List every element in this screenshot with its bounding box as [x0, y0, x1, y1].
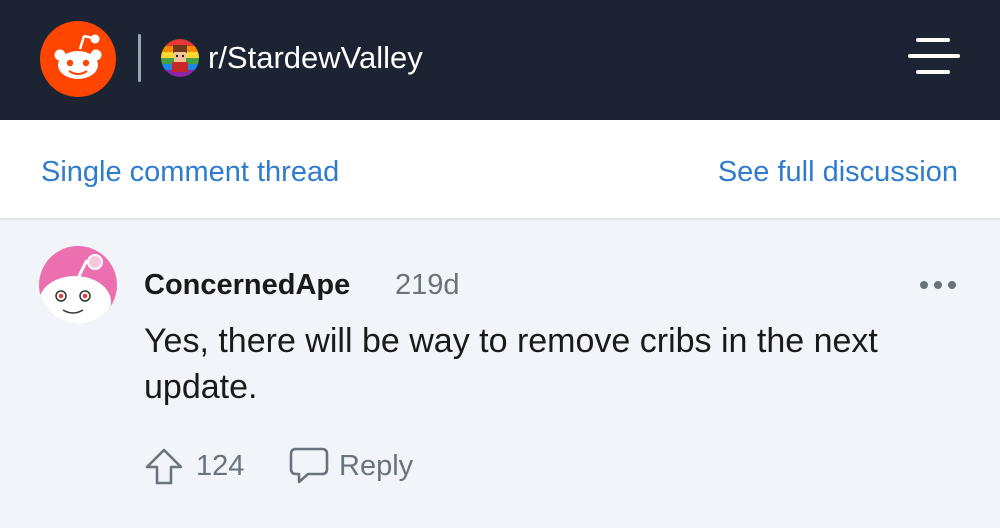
subreddit-name[interactable]: r/StardewValley [208, 38, 423, 78]
thread-nav: Single comment thread See full discussio… [0, 120, 1000, 220]
snoo-avatar-icon[interactable] [39, 246, 117, 324]
reply-bubble-icon [288, 446, 330, 486]
more-options-icon[interactable] [916, 270, 960, 300]
header-divider [138, 34, 141, 82]
subreddit-icon[interactable] [161, 39, 199, 77]
hamburger-menu-icon[interactable] [906, 30, 960, 82]
upvote-arrow-icon[interactable] [144, 446, 184, 486]
reddit-logo-icon[interactable] [40, 21, 116, 97]
reply-button[interactable]: Reply [288, 443, 428, 487]
single-comment-thread-link[interactable]: Single comment thread [41, 154, 339, 190]
page: r/StardewValley Single comment thread Se… [0, 0, 1000, 528]
comment-body: Yes, there will be way to remove cribs i… [144, 322, 878, 406]
see-full-discussion-link[interactable]: See full discussion [718, 154, 958, 190]
reply-label: Reply [339, 450, 414, 482]
top-bar: r/StardewValley [0, 0, 1000, 120]
comment-author[interactable]: ConcernedApe [144, 267, 350, 303]
comment-age: 219d [395, 269, 460, 301]
vote-score: 124 [196, 450, 245, 482]
